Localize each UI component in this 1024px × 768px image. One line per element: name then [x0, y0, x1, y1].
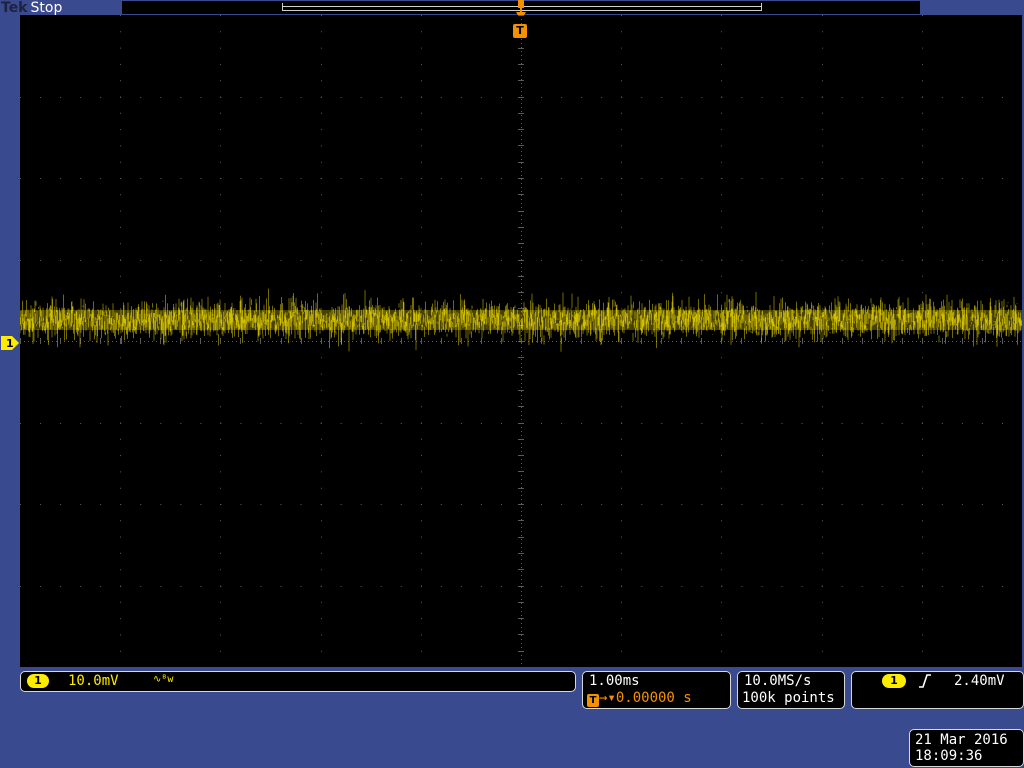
trigger-t-icon: T — [587, 694, 599, 707]
rising-edge-icon — [919, 674, 931, 688]
trace-density-band — [20, 310, 1022, 330]
delay-arrow-icon: →▾ — [599, 690, 616, 706]
time-per-division: 1.00ms — [589, 673, 640, 689]
time-display: 18:09:36 — [915, 748, 983, 764]
acquisition-readout[interactable]: 10.0MS/s 100k points — [737, 671, 845, 709]
channel1-ground-marker-icon[interactable]: 1 — [0, 334, 20, 352]
sample-rate: 10.0MS/s — [744, 673, 812, 689]
trigger-readout[interactable]: 1 2.40mV — [851, 671, 1024, 709]
brand-label: Tek — [1, 0, 28, 16]
trigger-delay-row: T →▾0.00000 s — [587, 690, 692, 707]
datetime-readout: 21 Mar 2016 18:09:36 — [909, 729, 1024, 767]
acquisition-state: Stop — [30, 0, 63, 16]
trigger-source-badge: 1 — [882, 674, 906, 688]
bandwidth-limit-icon: ∿ᴮw — [153, 674, 174, 685]
status-header: Tek Stop — [0, 0, 62, 16]
date-display: 21 Mar 2016 — [915, 732, 1008, 748]
trigger-delay: 0.00000 s — [615, 690, 692, 706]
trigger-point-marker[interactable]: T — [513, 24, 527, 38]
channel1-readout[interactable]: 1 10.0mV ∿ᴮw — [20, 671, 576, 692]
channel1-marker-label: 1 — [6, 337, 14, 350]
record-length: 100k points — [742, 690, 835, 706]
horizontal-readout[interactable]: 1.00ms T →▾0.00000 s — [582, 671, 731, 709]
waveform-display[interactable] — [20, 15, 1022, 667]
channel1-waveform — [20, 288, 1022, 352]
trigger-level: 2.40mV — [954, 673, 1005, 689]
channel1-badge: 1 — [27, 674, 49, 688]
channel1-scale: 10.0mV — [68, 673, 119, 689]
